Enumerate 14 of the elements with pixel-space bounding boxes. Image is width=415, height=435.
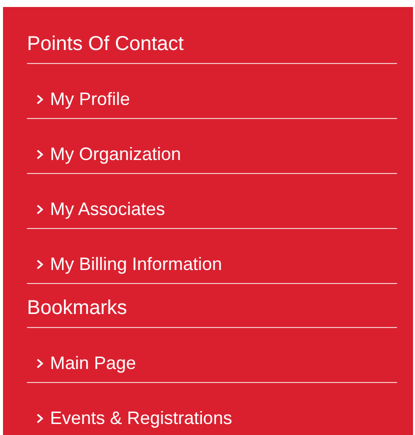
menu-link[interactable]: My Organization xyxy=(50,143,182,165)
section-heading: Bookmarks xyxy=(27,297,128,319)
chevron-icon xyxy=(36,258,44,270)
menu-link[interactable]: My Billing Information xyxy=(50,253,222,275)
chevron-icon xyxy=(36,412,44,424)
menu-link[interactable]: My Profile xyxy=(50,88,130,110)
section-heading: Points Of Contact xyxy=(27,33,184,55)
chevron-icon xyxy=(36,358,44,368)
chevron-icon xyxy=(36,148,44,160)
menu-link[interactable]: Events & Registrations xyxy=(50,407,232,429)
chevron-icon xyxy=(36,94,44,104)
chevron-icon xyxy=(36,204,44,214)
menu-link[interactable]: My Associates xyxy=(50,198,166,220)
menu-link[interactable]: Main Page xyxy=(50,352,136,374)
